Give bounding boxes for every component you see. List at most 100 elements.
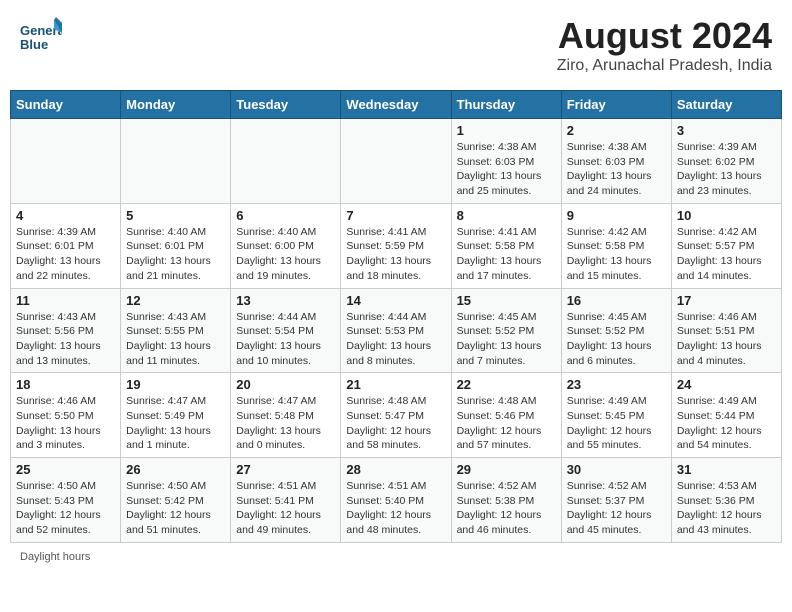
day-number: 8 xyxy=(457,208,556,223)
header-row: SundayMondayTuesdayWednesdayThursdayFrid… xyxy=(11,91,782,119)
day-number: 13 xyxy=(236,293,335,308)
day-cell: 30 Sunrise: 4:52 AMSunset: 5:37 PMDayligh… xyxy=(561,458,671,543)
day-cell: 5Sunrise: 4:40 AMSunset: 6:01 PMDaylight… xyxy=(121,203,231,288)
day-number: 2 xyxy=(567,123,666,138)
day-number: 18 xyxy=(16,377,115,392)
day-number: 7 xyxy=(346,208,445,223)
day-cell: 15Sunrise: 4:45 AMSunset: 5:52 PMDayligh… xyxy=(451,288,561,373)
day-detail: Sunrise: 4:38 AMSunset: 6:03 PMDaylight:… xyxy=(457,140,556,199)
day-cell: 31 Sunrise: 4:53 AMSunset: 5:36 PMDayligh… xyxy=(671,458,781,543)
day-detail: Sunrise: 4:50 AMSunset: 5:42 PMDaylight:… xyxy=(126,479,225,538)
day-detail: Sunrise: 4:51 AMSunset: 5:41 PMDaylight:… xyxy=(236,479,335,538)
day-detail: Sunrise: 4:53 AMSunset: 5:36 PMDaylight:… xyxy=(677,479,776,538)
day-detail: Sunrise: 4:47 AMSunset: 5:48 PMDaylight:… xyxy=(236,394,335,453)
week-row-5: 25 Sunrise: 4:50 AMSunset: 5:43 PMDayligh… xyxy=(11,458,782,543)
day-header-wednesday: Wednesday xyxy=(341,91,451,119)
day-number: 12 xyxy=(126,293,225,308)
day-cell: 17 Sunrise: 4:46 AMSunset: 5:51 PMDayligh… xyxy=(671,288,781,373)
day-cell: 10Sunrise: 4:42 AMSunset: 5:57 PMDayligh… xyxy=(671,203,781,288)
logo: General Blue xyxy=(20,15,64,55)
day-detail: Sunrise: 4:40 AMSunset: 6:00 PMDaylight:… xyxy=(236,225,335,284)
day-cell: 8 Sunrise: 4:41 AMSunset: 5:58 PMDaylight… xyxy=(451,203,561,288)
day-detail: Sunrise: 4:46 AMSunset: 5:51 PMDaylight:… xyxy=(677,310,776,369)
day-number: 4 xyxy=(16,208,115,223)
day-cell: 25 Sunrise: 4:50 AMSunset: 5:43 PMDayligh… xyxy=(11,458,121,543)
day-cell: 6 Sunrise: 4:40 AMSunset: 6:00 PMDaylight… xyxy=(231,203,341,288)
day-number: 15 xyxy=(457,293,556,308)
day-number: 30 xyxy=(567,462,666,477)
day-cell: 28 Sunrise: 4:51 AMSunset: 5:40 PMDayligh… xyxy=(341,458,451,543)
day-detail: Sunrise: 4:52 AMSunset: 5:38 PMDaylight:… xyxy=(457,479,556,538)
day-number: 21 xyxy=(346,377,445,392)
day-cell: 9 Sunrise: 4:42 AMSunset: 5:58 PMDaylight… xyxy=(561,203,671,288)
week-row-2: 4 Sunrise: 4:39 AMSunset: 6:01 PMDaylight… xyxy=(11,203,782,288)
day-cell: 2 Sunrise: 4:38 AMSunset: 6:03 PMDaylight… xyxy=(561,119,671,204)
day-detail: Sunrise: 4:48 AMSunset: 5:47 PMDaylight:… xyxy=(346,394,445,453)
day-number: 5 xyxy=(126,208,225,223)
day-number: 22 xyxy=(457,377,556,392)
day-cell: 22 Sunrise: 4:48 AMSunset: 5:46 PMDayligh… xyxy=(451,373,561,458)
day-detail: Sunrise: 4:44 AMSunset: 5:53 PMDaylight:… xyxy=(346,310,445,369)
day-cell: 1Sunrise: 4:38 AMSunset: 6:03 PMDaylight… xyxy=(451,119,561,204)
day-detail: Sunrise: 4:39 AMSunset: 6:02 PMDaylight:… xyxy=(677,140,776,199)
day-number: 19 xyxy=(126,377,225,392)
day-detail: Sunrise: 4:50 AMSunset: 5:43 PMDaylight:… xyxy=(16,479,115,538)
day-number: 25 xyxy=(16,462,115,477)
day-cell: 23 Sunrise: 4:49 AMSunset: 5:45 PMDayligh… xyxy=(561,373,671,458)
day-detail: Sunrise: 4:42 AMSunset: 5:57 PMDaylight:… xyxy=(677,225,776,284)
day-detail: Sunrise: 4:44 AMSunset: 5:54 PMDaylight:… xyxy=(236,310,335,369)
day-detail: Sunrise: 4:43 AMSunset: 5:56 PMDaylight:… xyxy=(16,310,115,369)
day-detail: Sunrise: 4:42 AMSunset: 5:58 PMDaylight:… xyxy=(567,225,666,284)
day-cell xyxy=(231,119,341,204)
day-detail: Sunrise: 4:51 AMSunset: 5:40 PMDaylight:… xyxy=(346,479,445,538)
day-number: 3 xyxy=(677,123,776,138)
day-cell: 12Sunrise: 4:43 AMSunset: 5:55 PMDayligh… xyxy=(121,288,231,373)
day-number: 29 xyxy=(457,462,556,477)
day-header-thursday: Thursday xyxy=(451,91,561,119)
title-block: August 2024 Ziro, Arunachal Pradesh, Ind… xyxy=(557,15,772,75)
header: General Blue August 2024 Ziro, Arunachal… xyxy=(10,10,782,80)
calendar-table: SundayMondayTuesdayWednesdayThursdayFrid… xyxy=(10,90,782,543)
day-detail: Sunrise: 4:38 AMSunset: 6:03 PMDaylight:… xyxy=(567,140,666,199)
week-row-1: 1Sunrise: 4:38 AMSunset: 6:03 PMDaylight… xyxy=(11,119,782,204)
footer: Daylight hours xyxy=(10,551,782,563)
day-cell xyxy=(341,119,451,204)
day-detail: Sunrise: 4:49 AMSunset: 5:45 PMDaylight:… xyxy=(567,394,666,453)
day-detail: Sunrise: 4:45 AMSunset: 5:52 PMDaylight:… xyxy=(567,310,666,369)
day-detail: Sunrise: 4:41 AMSunset: 5:58 PMDaylight:… xyxy=(457,225,556,284)
day-number: 9 xyxy=(567,208,666,223)
day-cell: 20 Sunrise: 4:47 AMSunset: 5:48 PMDayligh… xyxy=(231,373,341,458)
day-number: 6 xyxy=(236,208,335,223)
day-cell: 21 Sunrise: 4:48 AMSunset: 5:47 PMDayligh… xyxy=(341,373,451,458)
day-cell: 3 Sunrise: 4:39 AMSunset: 6:02 PMDaylight… xyxy=(671,119,781,204)
day-cell: 14 Sunrise: 4:44 AMSunset: 5:53 PMDayligh… xyxy=(341,288,451,373)
day-number: 23 xyxy=(567,377,666,392)
day-detail: Sunrise: 4:52 AMSunset: 5:37 PMDaylight:… xyxy=(567,479,666,538)
day-number: 11 xyxy=(16,293,115,308)
day-number: 31 xyxy=(677,462,776,477)
day-number: 20 xyxy=(236,377,335,392)
day-number: 16 xyxy=(567,293,666,308)
day-detail: Sunrise: 4:48 AMSunset: 5:46 PMDaylight:… xyxy=(457,394,556,453)
day-number: 14 xyxy=(346,293,445,308)
week-row-4: 18Sunrise: 4:46 AMSunset: 5:50 PMDayligh… xyxy=(11,373,782,458)
day-number: 26 xyxy=(126,462,225,477)
day-header-saturday: Saturday xyxy=(671,91,781,119)
page-subtitle: Ziro, Arunachal Pradesh, India xyxy=(557,57,772,75)
day-cell xyxy=(11,119,121,204)
day-cell: 18Sunrise: 4:46 AMSunset: 5:50 PMDayligh… xyxy=(11,373,121,458)
day-detail: Sunrise: 4:49 AMSunset: 5:44 PMDaylight:… xyxy=(677,394,776,453)
day-cell: 29 Sunrise: 4:52 AMSunset: 5:38 PMDayligh… xyxy=(451,458,561,543)
day-cell: 27 Sunrise: 4:51 AMSunset: 5:41 PMDayligh… xyxy=(231,458,341,543)
svg-text:Blue: Blue xyxy=(20,37,48,52)
day-header-monday: Monday xyxy=(121,91,231,119)
day-cell: 11 Sunrise: 4:43 AMSunset: 5:56 PMDayligh… xyxy=(11,288,121,373)
day-detail: Sunrise: 4:39 AMSunset: 6:01 PMDaylight:… xyxy=(16,225,115,284)
page-title: August 2024 xyxy=(557,15,772,57)
day-number: 17 xyxy=(677,293,776,308)
day-header-sunday: Sunday xyxy=(11,91,121,119)
day-number: 27 xyxy=(236,462,335,477)
day-cell: 16 Sunrise: 4:45 AMSunset: 5:52 PMDayligh… xyxy=(561,288,671,373)
day-number: 24 xyxy=(677,377,776,392)
day-number: 28 xyxy=(346,462,445,477)
